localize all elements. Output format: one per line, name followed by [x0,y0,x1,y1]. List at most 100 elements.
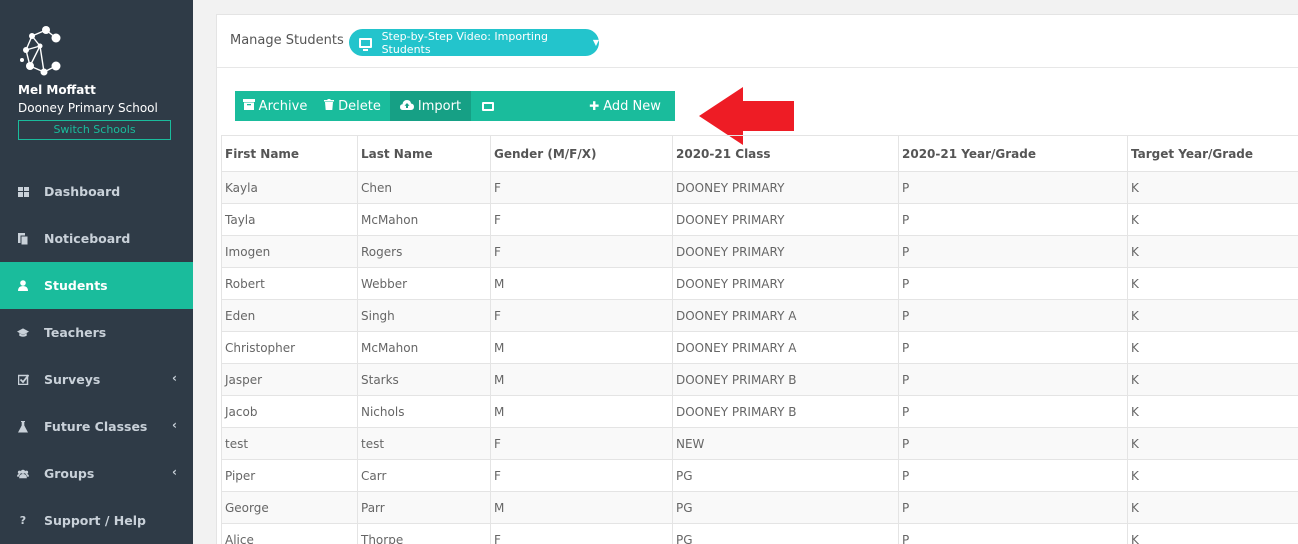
table-cell: DOONEY PRIMARY [672,203,899,236]
table-row[interactable]: Tayla McMahon F DOONEY PRIMARY P K [221,203,1298,236]
table-cell: K [1127,331,1298,364]
table-cell: Alice [221,523,358,544]
table-cell: Robert [221,267,358,300]
table-row[interactable]: Imogen Rogers F DOONEY PRIMARY P K [221,235,1298,268]
sidebar-item-future-classes[interactable]: Future Classes ‹ [0,403,193,450]
table-cell: K [1127,395,1298,428]
table-cell: PG [672,491,899,524]
table-cell: George [221,491,358,524]
graduation-cap-icon [17,327,29,339]
sidebar-item-support-help[interactable]: ? Support / Help [0,497,193,544]
table-cell: Jacob [221,395,358,428]
table-cell: K [1127,203,1298,236]
table-row[interactable]: Eden Singh F DOONEY PRIMARY APK [221,299,1298,332]
panel-header: Manage Students Step-by-Step Video: Impo… [217,15,1298,68]
column-header[interactable]: 2020-21 Year/Grade [898,135,1128,172]
table-cell: Jasper [221,363,358,396]
table-cell: K [1127,299,1298,332]
delete-button[interactable]: Delete [315,91,390,121]
add-new-button[interactable]: ✚ Add New [575,91,675,121]
table-cell: P [898,203,1128,236]
table-row[interactable]: Christopher McMahon M DOONEY PRIMARY APK [221,331,1298,364]
table-cell: P [898,171,1128,204]
table-cell: Eden [221,299,358,332]
user-icon [17,280,29,292]
column-header[interactable]: 2020-21 Class [672,135,899,172]
sidebar-item-dashboard[interactable]: Dashboard [0,168,193,215]
column-header[interactable]: First Name [221,135,358,172]
dashboard-icon [17,186,29,198]
export-button[interactable] [471,91,504,121]
sidebar-item-label: Students [44,278,108,293]
video-button-label: Step-by-Step Video: Importing Students [381,29,548,56]
video-dropdown-button[interactable]: Step-by-Step Video: Importing Students ▼ [349,29,599,56]
sidebar-item-label: Groups [44,466,95,481]
import-button[interactable]: Import [390,91,471,121]
table-cell: M [490,331,673,364]
table-cell: P [898,523,1128,544]
question-icon: ? [19,514,27,527]
table-row[interactable]: test test F NEW P K [221,427,1298,460]
table-cell: K [1127,267,1298,300]
column-header[interactable]: Gender (M/F/X) [490,135,673,172]
sidebar-item-label: Teachers [44,325,107,340]
sidebar: Mel Moffatt Dooney Primary School Switch… [0,0,193,544]
table-cell: Parr [357,491,491,524]
sidebar-item-teachers[interactable]: Teachers [0,309,193,356]
table-cell: M [490,267,673,300]
table-cell: F [490,459,673,492]
noticeboard-icon [17,232,29,245]
table-cell: Christopher [221,331,358,364]
table-cell: DOONEY PRIMARY [672,267,899,300]
table-cell: Piper [221,459,358,492]
table-cell: Starks [357,363,491,396]
table-cell: K [1127,427,1298,460]
sidebar-item-label: Support / Help [44,513,146,528]
column-header[interactable]: Target Year/Grade [1127,135,1298,172]
toolbar: Archive Delete Import ✚ Add New [235,91,675,121]
table-cell: P [898,459,1128,492]
table-body: Kayla Chen F DOONEY PRIMARY P K Tayla McMahon F D… [221,171,1298,544]
table-row[interactable]: Robert Webber M DOONEY PRIMARY P K [221,267,1298,300]
table-row[interactable]: Kayla Chen F DOONEY PRIMARY P K [221,171,1298,204]
chevron-left-icon: ‹ [172,465,177,479]
table-row[interactable]: Jasper Starks M DOONEY PRIMARY BPK [221,363,1298,396]
table-cell: F [490,235,673,268]
table-row[interactable]: George Parr M PG P K [221,491,1298,524]
sidebar-item-label: Dashboard [44,184,121,199]
table-header-row: First Name Last Name Gender (M/F/X) 2020… [221,135,1298,172]
table-row[interactable]: Alice Thorpe F PG P K [221,523,1298,544]
export-icon [481,101,494,111]
table-cell: Kayla [221,171,358,204]
table-cell: test [357,427,491,460]
table-cell: F [490,203,673,236]
table-cell: P [898,395,1128,428]
sidebar-item-groups[interactable]: Groups ‹ [0,450,193,497]
table-cell: Tayla [221,203,358,236]
column-header[interactable]: Last Name [357,135,491,172]
table-cell: K [1127,523,1298,544]
sidebar-nav: Dashboard Noticeboard Students Teachers … [0,168,193,544]
table-cell: K [1127,363,1298,396]
students-table-wrap: First Name Last Name Gender (M/F/X) 2020… [221,135,1298,544]
table-cell: K [1127,171,1298,204]
table-cell: DOONEY PRIMARY [672,171,899,204]
table-cell: M [490,491,673,524]
sidebar-item-surveys[interactable]: Surveys ‹ [0,356,193,403]
table-cell: K [1127,491,1298,524]
main-panel: Manage Students Step-by-Step Video: Impo… [216,14,1298,544]
table-cell: P [898,299,1128,332]
table-cell: M [490,395,673,428]
switch-schools-button[interactable]: Switch Schools [18,120,171,140]
table-cell: PG [672,523,899,544]
archive-button[interactable]: Archive [235,91,315,121]
table-cell: DOONEY PRIMARY B [672,363,899,396]
table-row[interactable]: Piper Carr F PG P K [221,459,1298,492]
sidebar-item-noticeboard[interactable]: Noticeboard [0,215,193,262]
table-row[interactable]: Jacob Nichols M DOONEY PRIMARY BPK [221,395,1298,428]
sidebar-item-label: Noticeboard [44,231,131,246]
check-square-icon [17,374,29,386]
table-cell: Rogers [357,235,491,268]
sidebar-item-students[interactable]: Students [0,262,193,309]
table-cell: P [898,267,1128,300]
